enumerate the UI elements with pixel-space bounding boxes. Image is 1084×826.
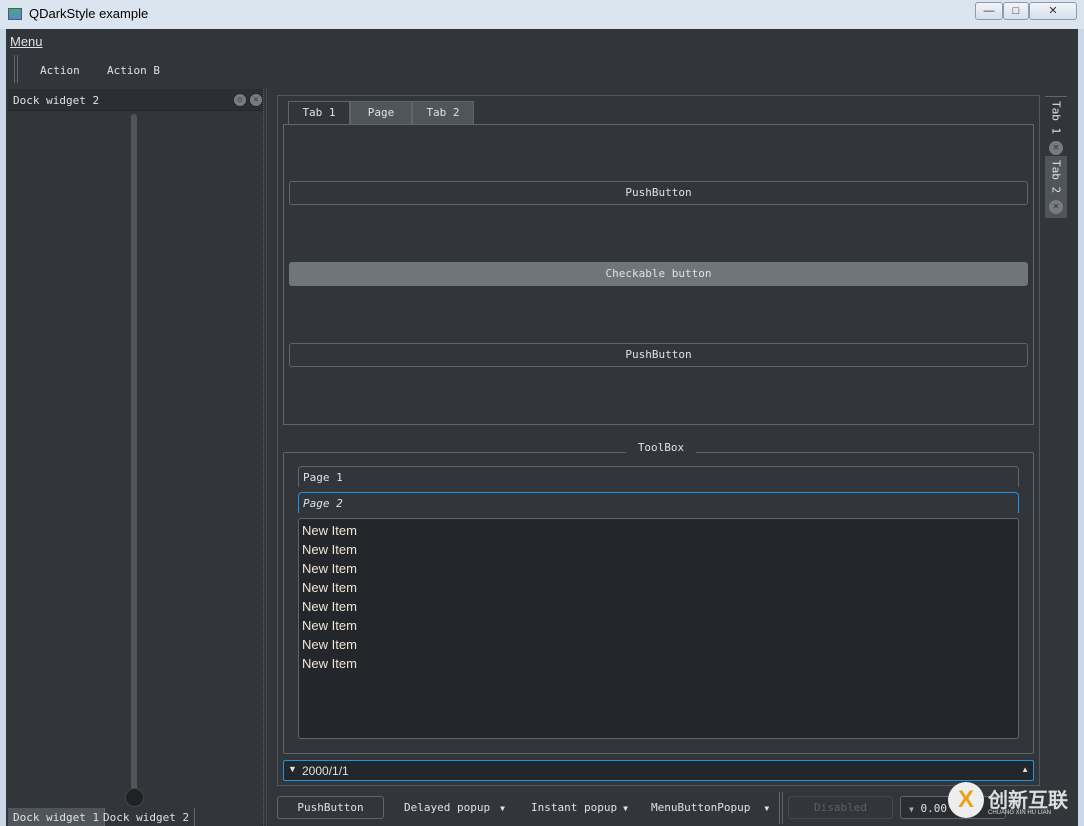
list-widget[interactable]: New Item New Item New Item New Item New … xyxy=(298,518,1019,739)
tab-page[interactable]: Page xyxy=(350,101,412,125)
vertical-tab-1[interactable]: Tab 1 ✕ xyxy=(1045,96,1067,156)
list-item[interactable]: New Item xyxy=(302,654,1015,673)
tab-close-icon[interactable]: ✕ xyxy=(1049,141,1063,156)
dock-float-icon[interactable]: ◇ xyxy=(234,94,246,106)
menu-item-menu[interactable]: Menu xyxy=(10,34,43,49)
toolbox-page-2[interactable]: Page 2 xyxy=(298,492,1019,513)
vertical-tab-2-label: Tab 2 xyxy=(1049,160,1063,194)
spin-value: 0.00 xyxy=(920,802,947,815)
list-item[interactable]: New Item xyxy=(302,635,1015,654)
dock-close-icon[interactable]: ✕ xyxy=(250,94,262,106)
dropdown-arrow-icon[interactable]: ▼ xyxy=(764,804,769,813)
list-item[interactable]: New Item xyxy=(302,616,1015,635)
list-item[interactable]: New Item xyxy=(302,578,1015,597)
maximize-button[interactable]: □ xyxy=(1003,2,1029,20)
dock-tab-1[interactable]: Dock widget 1 xyxy=(8,808,106,826)
menu-button-popup[interactable]: MenuButtonPopup ▼ xyxy=(651,796,769,819)
delayed-popup-label: Delayed popup xyxy=(404,801,491,814)
minimize-button[interactable]: — xyxy=(975,2,1003,20)
toolbar-handle[interactable] xyxy=(14,55,18,83)
list-item[interactable]: New Item xyxy=(302,559,1015,578)
vertical-tab-2[interactable]: Tab 2 ✕ xyxy=(1045,156,1067,218)
watermark-text: 创新互联 xyxy=(988,790,1068,812)
window-title: QDarkStyle example xyxy=(29,6,149,21)
delayed-popup-button[interactable]: Delayed popup ▼ xyxy=(404,796,505,819)
slider-handle[interactable] xyxy=(125,788,144,807)
disabled-button: Disabled xyxy=(788,796,893,819)
toolbar-action[interactable]: Action xyxy=(40,64,80,77)
toolbox-title: ToolBox xyxy=(626,441,696,454)
checkable-button[interactable]: Checkable button xyxy=(289,262,1028,286)
dropdown-arrow-icon[interactable]: ▼ xyxy=(288,764,297,774)
spin-down-icon[interactable]: ▼ xyxy=(909,805,914,814)
toolbar-action-b[interactable]: Action B xyxy=(107,64,160,77)
dock-tab-2[interactable]: Dock widget 2 xyxy=(98,808,196,826)
dropdown-arrow-icon: ▼ xyxy=(500,804,505,813)
title-bar: QDarkStyle example — □ ✕ xyxy=(0,0,1084,29)
menu-button-popup-label: MenuButtonPopup xyxy=(651,801,751,814)
dock-splitter[interactable] xyxy=(263,89,267,826)
vertical-slider[interactable] xyxy=(131,114,137,800)
bottom-push-button[interactable]: PushButton xyxy=(277,796,384,819)
date-value: 2000/1/1 xyxy=(302,764,349,778)
toolbar-separator xyxy=(779,792,783,824)
close-button[interactable]: ✕ xyxy=(1029,2,1077,20)
spin-up-icon[interactable]: ▲ xyxy=(1021,765,1029,774)
vertical-tab-1-label: Tab 1 xyxy=(1049,101,1063,135)
dropdown-arrow-icon: ▼ xyxy=(623,804,628,813)
tab-close-icon[interactable]: ✕ xyxy=(1049,200,1063,215)
watermark-logo: X 创新互联 CHUANG XIN HU LIAN xyxy=(946,778,1084,826)
app-icon xyxy=(8,8,22,20)
dock-title-bar: Dock widget 2 xyxy=(8,89,264,111)
toolbox-page-1[interactable]: Page 1 xyxy=(298,466,1019,487)
dock-title: Dock widget 2 xyxy=(13,94,100,107)
instant-popup-button[interactable]: Instant popup ▼ xyxy=(531,796,628,819)
date-edit[interactable]: ▼ 2000/1/1 ▲ xyxy=(283,760,1034,781)
list-item[interactable]: New Item xyxy=(302,521,1015,540)
tab-2[interactable]: Tab 2 xyxy=(412,101,474,125)
instant-popup-label: Instant popup xyxy=(531,801,618,814)
list-item[interactable]: New Item xyxy=(302,540,1015,559)
list-item[interactable]: New Item xyxy=(302,597,1015,616)
tab-1[interactable]: Tab 1 xyxy=(288,101,350,125)
push-button-1[interactable]: PushButton xyxy=(289,181,1028,205)
watermark-subtext: CHUANG XIN HU LIAN xyxy=(988,810,1052,816)
push-button-2[interactable]: PushButton xyxy=(289,343,1028,367)
